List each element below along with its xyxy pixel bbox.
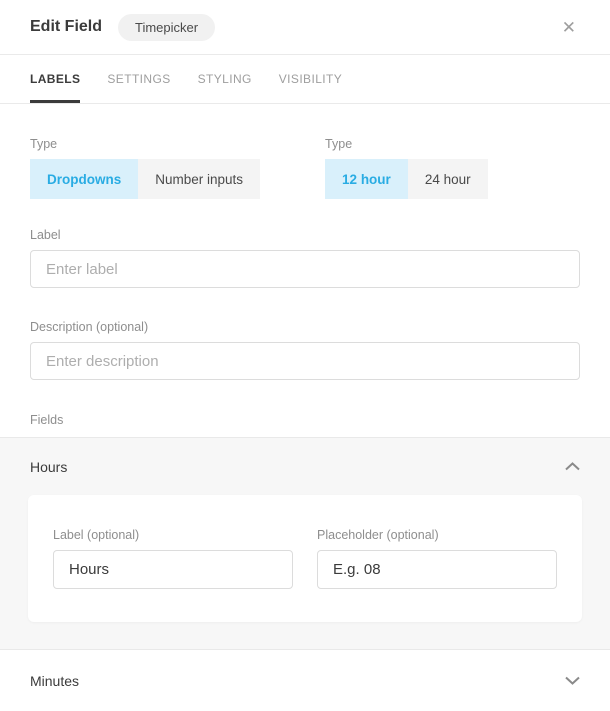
hours-label-input[interactable] <box>53 550 293 589</box>
hours-section-header[interactable]: Hours <box>0 438 610 495</box>
picker-type-segmented-control: Dropdowns Number inputs <box>30 159 261 199</box>
hours-section: Hours Label (optional) Placeholder (opti… <box>0 437 610 650</box>
minutes-section-title: Minutes <box>30 672 80 689</box>
labels-tab-content: Type Dropdowns Number inputs Type 12 hou… <box>0 104 610 437</box>
modal-title: Edit Field <box>30 18 102 35</box>
chevron-up-icon <box>565 462 580 471</box>
description-field-label: Description (optional) <box>30 320 149 334</box>
edit-field-modal: { "header": { "title": "Edit Field", "ba… <box>0 0 610 711</box>
picker-type-option-number-inputs[interactable]: Number inputs <box>138 159 261 199</box>
hour-format-segmented-control: 12 hour 24 hour <box>325 159 488 199</box>
description-field-group: Description (optional) <box>30 320 580 380</box>
tab-labels[interactable]: LABELS <box>30 55 81 103</box>
close-icon[interactable]: ✕ <box>558 15 580 40</box>
modal-header: Edit Field Timepicker ✕ <box>0 0 610 55</box>
label-input[interactable] <box>30 250 580 288</box>
description-input[interactable] <box>30 342 580 380</box>
label-field-group: Label <box>30 228 580 288</box>
hours-label-col: Label (optional) <box>53 528 293 589</box>
chevron-down-icon <box>565 676 580 685</box>
picker-type-option-dropdowns[interactable]: Dropdowns <box>30 159 139 199</box>
type-row: Type Dropdowns Number inputs Type 12 hou… <box>30 137 580 199</box>
hours-label-field-label: Label (optional) <box>53 528 140 542</box>
tab-settings[interactable]: SETTINGS <box>107 55 170 103</box>
hour-format-group: Type 12 hour 24 hour <box>325 137 488 199</box>
picker-type-label: Type <box>30 137 58 151</box>
hours-placeholder-input[interactable] <box>317 550 557 589</box>
tab-visibility[interactable]: VISIBILITY <box>279 55 342 103</box>
fields-section-label: Fields <box>30 413 64 427</box>
field-type-badge: Timepicker <box>118 13 216 41</box>
hours-placeholder-col: Placeholder (optional) <box>317 528 557 589</box>
hours-settings-card: Label (optional) Placeholder (optional) <box>28 495 582 622</box>
hour-format-option-24-hour[interactable]: 24 hour <box>407 159 488 199</box>
minutes-section: Minutes <box>0 650 610 711</box>
label-field-label: Label <box>30 228 61 242</box>
hours-placeholder-field-label: Placeholder (optional) <box>317 528 439 542</box>
picker-type-group: Type Dropdowns Number inputs <box>30 137 261 199</box>
tab-bar: LABELS SETTINGS STYLING VISIBILITY <box>0 55 610 104</box>
hours-section-title: Hours <box>30 458 68 475</box>
minutes-section-header[interactable]: Minutes <box>0 650 610 711</box>
tab-styling[interactable]: STYLING <box>198 55 252 103</box>
hour-format-label: Type <box>325 137 353 151</box>
hour-format-option-12-hour[interactable]: 12 hour <box>325 159 408 199</box>
